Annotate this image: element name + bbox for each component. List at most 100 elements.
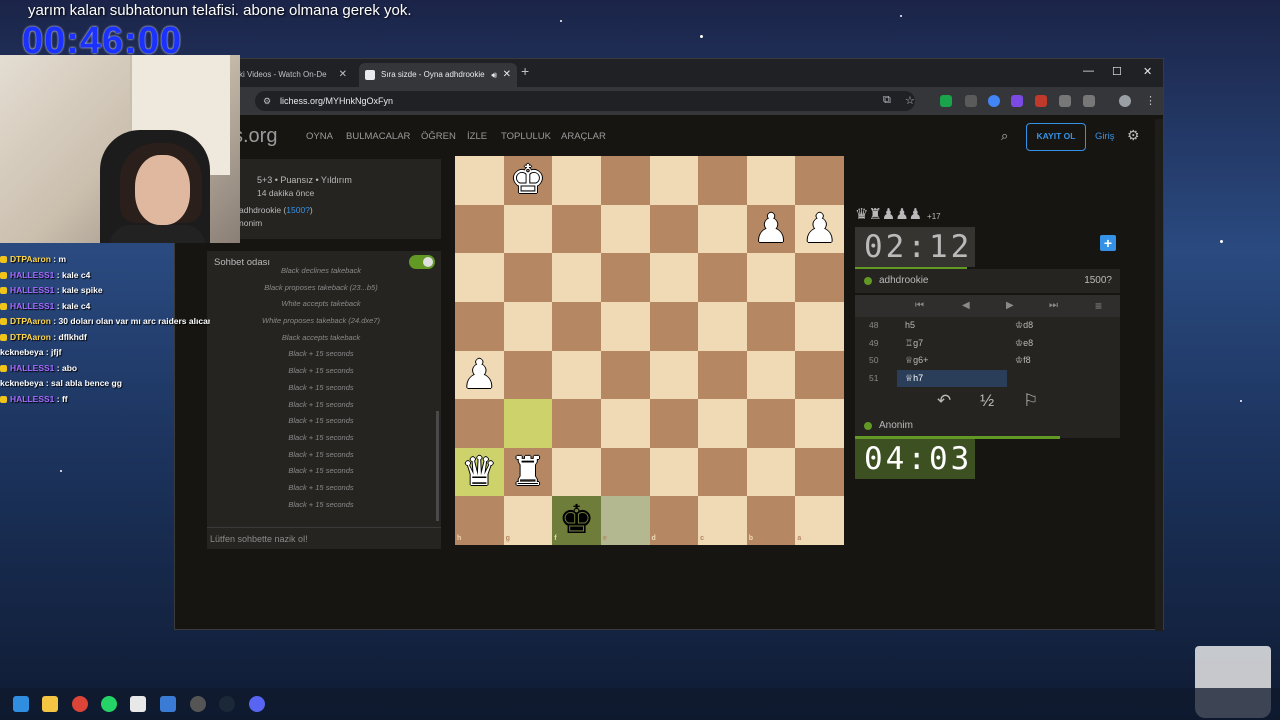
new-tab-button[interactable]: + — [521, 63, 529, 79]
close-icon[interactable]: ✕ — [339, 63, 347, 87]
board-square[interactable] — [455, 301, 504, 351]
board-square[interactable] — [552, 156, 601, 205]
chess-piece[interactable]: ♟ — [747, 205, 796, 254]
steam-icon[interactable] — [219, 696, 235, 712]
chess-piece[interactable]: ♟ — [455, 351, 504, 400]
first-move-button[interactable]: ⏮ — [915, 295, 924, 317]
board-square[interactable] — [503, 301, 553, 351]
white-player-name[interactable]: adhdrookie — [239, 205, 281, 215]
board-square[interactable] — [600, 447, 650, 497]
board-square[interactable] — [552, 301, 601, 351]
board-square[interactable] — [552, 350, 601, 400]
white-move[interactable]: ♖g7 — [897, 335, 1007, 353]
board-square[interactable] — [698, 399, 747, 448]
windows-start-icon[interactable] — [13, 696, 29, 712]
menu-play[interactable]: OYNA — [306, 131, 333, 142]
chess-piece[interactable]: ♚ — [504, 156, 553, 205]
menu-tools[interactable]: ARAÇLAR — [561, 131, 606, 142]
tab-lichess[interactable]: Sıra sizde - Oyna adhdrookie 🔊︎ ✕ — [359, 63, 517, 87]
last-move-button[interactable]: ⏭ — [1049, 295, 1058, 317]
extension-icon[interactable] — [965, 95, 977, 107]
board-square[interactable] — [552, 253, 601, 302]
extensions-puzzle-icon[interactable] — [1083, 95, 1095, 107]
board-square[interactable] — [503, 496, 553, 545]
board-square[interactable] — [746, 447, 796, 497]
board-square[interactable] — [600, 156, 650, 205]
board-square[interactable] — [649, 350, 699, 400]
menu-puzzles[interactable]: BULMACALAR — [346, 131, 410, 142]
close-window-button[interactable]: ✕ — [1143, 65, 1152, 78]
board-square[interactable] — [746, 350, 796, 400]
board-square[interactable] — [455, 156, 504, 205]
site-info-icon[interactable]: ⚙ — [263, 91, 271, 111]
browser-menu-icon[interactable]: ⋮ — [1145, 94, 1156, 107]
whatsapp-icon[interactable] — [101, 696, 117, 712]
gear-icon[interactable]: ⚙ — [1127, 127, 1140, 144]
obs-icon[interactable] — [190, 696, 206, 712]
next-move-button[interactable]: ▶ — [1006, 295, 1014, 317]
board-square[interactable] — [698, 156, 747, 205]
chrome-icon[interactable] — [72, 696, 88, 712]
login-link[interactable]: Giriş — [1095, 131, 1115, 142]
menu-icon[interactable]: ≡ — [1095, 295, 1102, 317]
opponent-name[interactable]: adhdrookie — [879, 275, 928, 286]
menu-community[interactable]: TOPLULUK — [501, 131, 551, 142]
discord-icon[interactable] — [249, 696, 265, 712]
board-square[interactable] — [600, 204, 650, 254]
photos-icon[interactable] — [160, 696, 176, 712]
board-square[interactable] — [552, 447, 601, 497]
black-move[interactable]: ♔e8 — [1007, 335, 1117, 353]
board-square[interactable] — [552, 399, 601, 448]
board-square[interactable] — [600, 350, 650, 400]
minimize-button[interactable]: — — [1083, 65, 1094, 77]
app-icon[interactable] — [130, 696, 146, 712]
board-square[interactable] — [552, 204, 601, 254]
takeback-button[interactable]: ↶ — [937, 391, 951, 411]
extension-icon[interactable] — [940, 95, 952, 107]
black-move[interactable]: ♔d8 — [1007, 317, 1117, 335]
board-square[interactable] — [746, 301, 796, 351]
close-icon[interactable]: ✕ — [503, 63, 511, 87]
board-square[interactable] — [455, 253, 504, 302]
white-move[interactable]: ♕h7 — [897, 369, 1007, 387]
board-square[interactable] — [649, 301, 699, 351]
board-square[interactable] — [698, 496, 747, 545]
board-square[interactable] — [503, 350, 553, 400]
chess-piece[interactable]: ♛ — [455, 448, 504, 497]
resign-flag-icon[interactable]: ⚐ — [1023, 391, 1038, 411]
file-explorer-icon[interactable] — [42, 696, 58, 712]
board-square[interactable] — [503, 253, 553, 302]
add-time-button[interactable]: + — [1100, 235, 1116, 251]
board-square[interactable] — [746, 253, 796, 302]
extension-icon[interactable] — [1035, 95, 1047, 107]
board-square[interactable] — [600, 496, 650, 545]
board-square[interactable] — [746, 399, 796, 448]
prev-move-button[interactable]: ◀ — [962, 295, 970, 317]
chess-piece[interactable]: ♟ — [795, 205, 844, 254]
board-square[interactable] — [503, 204, 553, 254]
speaker-icon[interactable]: 🔊︎ — [491, 63, 497, 87]
board-square[interactable] — [649, 399, 699, 448]
board-square[interactable] — [503, 399, 553, 448]
board-square[interactable] — [698, 350, 747, 400]
extension-icon[interactable] — [1011, 95, 1023, 107]
board-square[interactable] — [649, 156, 699, 205]
chat-scrollbar[interactable] — [436, 411, 439, 521]
board-square[interactable] — [649, 496, 699, 545]
install-icon[interactable]: ⧉ — [883, 94, 891, 107]
board-square[interactable] — [649, 204, 699, 254]
board-square[interactable] — [455, 399, 504, 448]
board-square[interactable] — [698, 301, 747, 351]
board-square[interactable] — [600, 253, 650, 302]
board-square[interactable] — [746, 496, 796, 545]
offer-draw-button[interactable]: ½ — [980, 391, 994, 411]
maximize-button[interactable]: ☐ — [1112, 65, 1122, 78]
board-square[interactable] — [698, 204, 747, 254]
menu-watch[interactable]: İZLE — [467, 131, 487, 142]
black-move[interactable]: ♔f8 — [1007, 352, 1117, 370]
page-scrollbar[interactable] — [1155, 119, 1163, 631]
board-square[interactable] — [649, 447, 699, 497]
bookmark-star-icon[interactable]: ☆ — [905, 94, 915, 107]
board-square[interactable] — [600, 301, 650, 351]
chat-input[interactable]: Lütfen sohbette nazik ol! — [207, 527, 441, 549]
